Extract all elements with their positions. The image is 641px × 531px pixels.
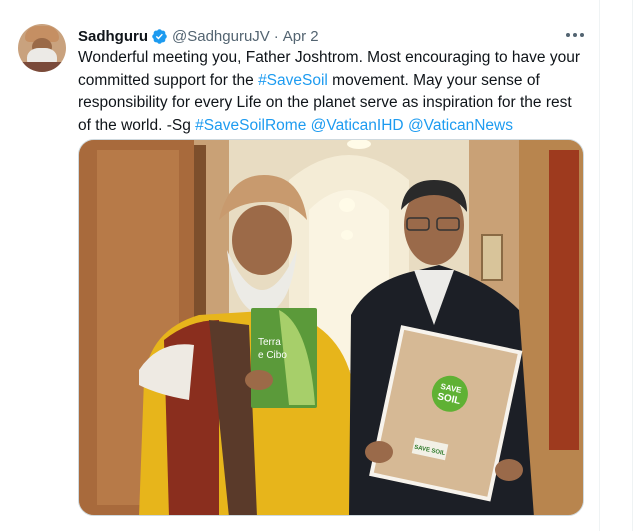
verified-badge-icon xyxy=(152,28,167,44)
tweet-text: Wonderful meeting you, Father Joshtrom. … xyxy=(78,47,588,137)
mention-vaticannews[interactable]: @VaticanNews xyxy=(408,117,513,134)
author-name[interactable]: Sadhguru xyxy=(78,28,148,45)
tweet[interactable]: Sadhguru @SadhguruJV · Apr 2 Wonderful m… xyxy=(0,0,600,531)
hashtag-savesoilrome[interactable]: #SaveSoilRome xyxy=(195,117,306,134)
avatar[interactable] xyxy=(18,24,66,72)
author-handle[interactable]: @SadhguruJV xyxy=(172,28,270,45)
photo-scene: Terra e Cibo SAVE SOIL SAVE SOIL xyxy=(79,140,583,515)
tweet-photo[interactable]: Terra e Cibo SAVE SOIL SAVE SOIL xyxy=(78,139,584,516)
ceiling-light xyxy=(339,198,355,212)
book-title-line-1: Terra xyxy=(258,337,281,348)
separator-dot: · xyxy=(273,27,279,45)
person-left-face xyxy=(232,205,292,275)
tweet-header: Sadhguru @SadhguruJV · Apr 2 xyxy=(78,26,319,46)
more-options-icon[interactable] xyxy=(560,24,590,46)
tweet-date[interactable]: Apr 2 xyxy=(283,28,319,45)
wall-painting xyxy=(481,234,503,281)
person-right-hand xyxy=(365,441,393,463)
mention-vaticanihd[interactable]: @VaticanIHD xyxy=(311,117,404,134)
book-title-line-2: e Cibo xyxy=(258,350,287,361)
right-panel-edge xyxy=(632,0,641,531)
avatar-robe xyxy=(18,62,66,72)
person-right-hand xyxy=(495,459,523,481)
person-left-hand xyxy=(245,370,273,390)
hashtag-savesoil[interactable]: #SaveSoil xyxy=(258,72,328,89)
ceiling-light xyxy=(341,230,353,240)
door-right-panel xyxy=(549,150,579,450)
